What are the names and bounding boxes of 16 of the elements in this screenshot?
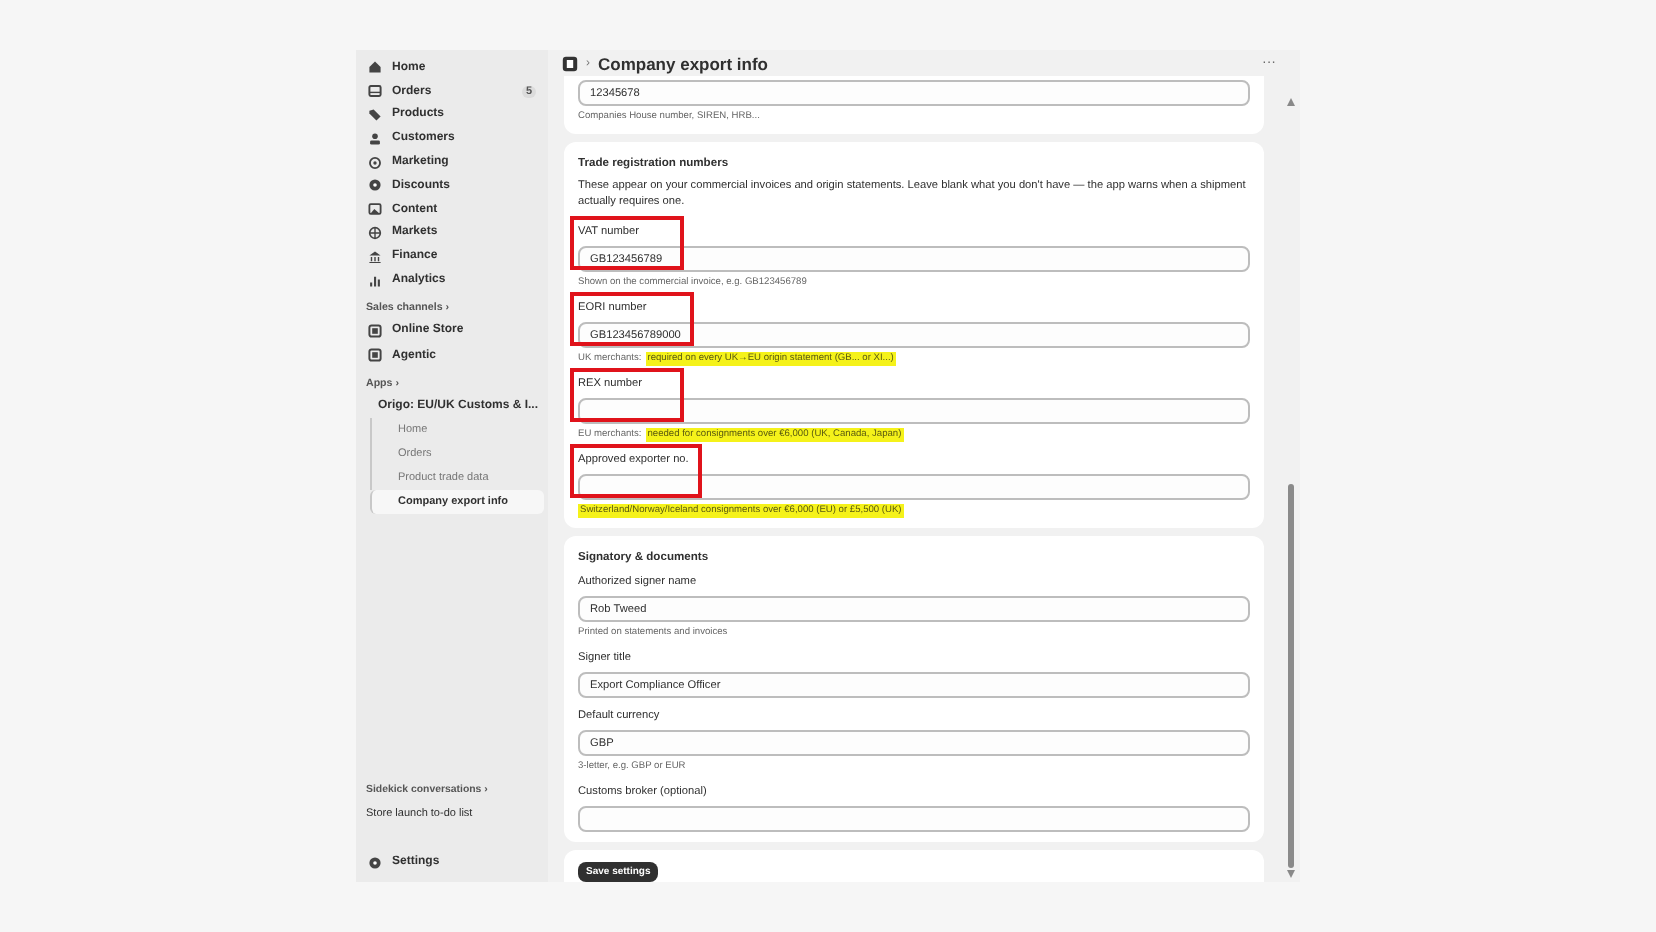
- page-title: Company export info: [598, 53, 771, 73]
- storefront-icon: [368, 323, 382, 338]
- tag-icon: [368, 107, 382, 122]
- app-icon: [562, 55, 578, 71]
- globe-icon: [368, 225, 382, 240]
- image-icon: [368, 202, 382, 217]
- bank-icon: [368, 249, 382, 264]
- target-icon: [368, 155, 382, 170]
- house-icon: [368, 60, 382, 75]
- bar-chart-icon: [368, 273, 382, 288]
- framed-square-icon: [368, 348, 382, 363]
- text-field[interactable]: [578, 474, 1250, 500]
- text-field[interactable]: [578, 398, 1250, 424]
- tray-icon: [368, 84, 382, 99]
- person-icon: [368, 131, 382, 146]
- text-field[interactable]: [578, 806, 1250, 832]
